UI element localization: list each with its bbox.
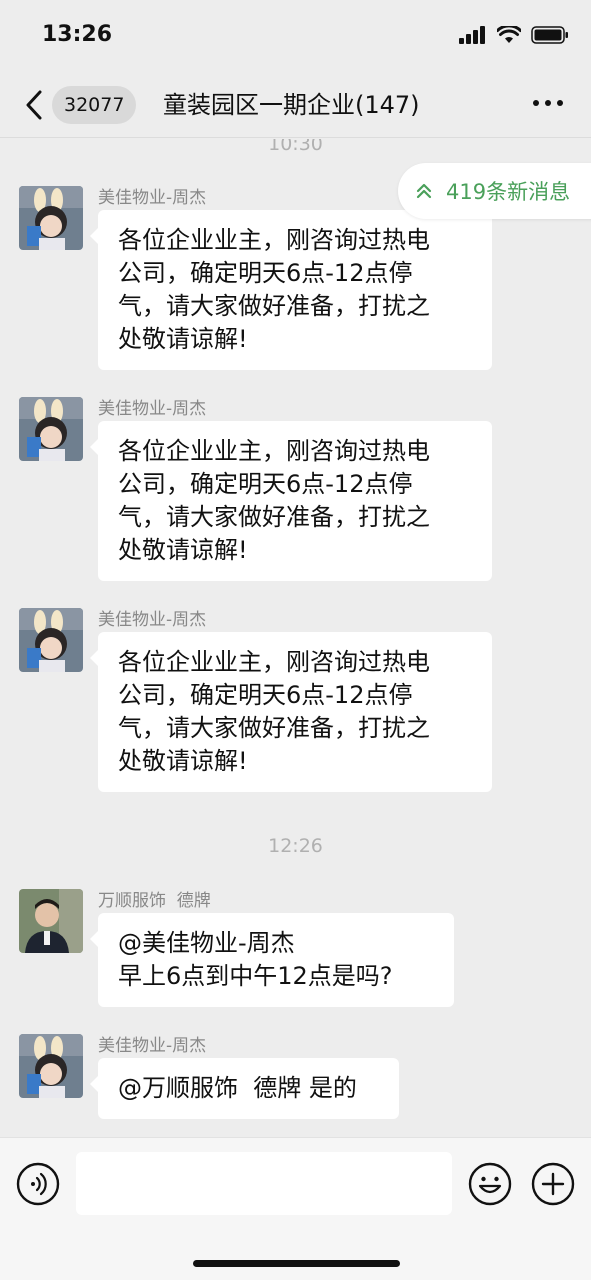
avatar[interactable] — [19, 1034, 83, 1098]
double-chevron-up-icon — [416, 183, 432, 199]
chat-header: 32077 童装园区一期企业(147) — [0, 70, 591, 138]
message-input[interactable] — [76, 1152, 452, 1215]
message-text: @美佳物业-周杰 早上6点到中午12点是吗? — [118, 929, 393, 990]
wifi-icon — [497, 26, 521, 43]
chevron-left-icon — [26, 90, 42, 120]
plus-icon — [531, 1162, 575, 1206]
sender-name: 美佳物业-周杰 — [98, 399, 207, 419]
message-bubble[interactable]: @万顺服饰 德牌 是的 — [90, 1058, 399, 1119]
timestamp: 12:26 — [268, 835, 323, 857]
more-options-button[interactable] — [533, 100, 563, 106]
sender-name: 美佳物业-周杰 — [98, 1036, 207, 1056]
more-dot-icon — [545, 100, 551, 106]
status-time: 13:26 — [42, 22, 113, 47]
more-dot-icon — [557, 100, 563, 106]
avatar[interactable] — [19, 889, 83, 953]
message-bubble[interactable]: 各位企业业主，刚咨询过热电 公司，确定明天6点-12点停 气，请大家做好准备，打… — [90, 210, 492, 370]
back-button[interactable] — [20, 88, 50, 122]
voice-icon — [16, 1162, 60, 1206]
status-icons — [459, 26, 569, 44]
message-text: 各位企业业主，刚咨询过热电 公司，确定明天6点-12点停 气，请大家做好准备，打… — [118, 648, 430, 775]
chat-title: 童装园区一期企业(147) — [163, 91, 420, 119]
emoji-icon — [468, 1162, 512, 1206]
status-bar: 13:26 — [0, 0, 591, 70]
emoji-button[interactable] — [467, 1161, 513, 1207]
message-text: @万顺服饰 德牌 是的 — [118, 1074, 357, 1102]
home-indicator — [193, 1260, 400, 1267]
new-messages-label: 419条新消息 — [446, 180, 571, 204]
timestamp: 10:30 — [268, 139, 323, 155]
message-text: 各位企业业主，刚咨询过热电 公司，确定明天6点-12点停 气，请大家做好准备，打… — [118, 226, 430, 353]
sender-name: 美佳物业-周杰 — [98, 188, 207, 208]
more-functions-button[interactable] — [530, 1161, 576, 1207]
more-dot-icon — [533, 100, 539, 106]
battery-icon — [531, 26, 568, 44]
message-list[interactable]: 10:30 美佳物业-周杰 各位企业业主，刚咨询过热电 公司，确定明天6点-12… — [0, 139, 591, 1137]
avatar[interactable] — [19, 608, 83, 672]
new-messages-button[interactable]: 419条新消息 — [398, 163, 591, 219]
unread-count-badge[interactable]: 32077 — [52, 86, 137, 124]
message-bubble[interactable]: 各位企业业主，刚咨询过热电 公司，确定明天6点-12点停 气，请大家做好准备，打… — [90, 632, 492, 792]
sender-name: 万顺服饰 德牌 — [98, 891, 211, 911]
voice-input-button[interactable] — [15, 1161, 61, 1207]
message-text: 各位企业业主，刚咨询过热电 公司，确定明天6点-12点停 气，请大家做好准备，打… — [118, 437, 430, 564]
message-bubble[interactable]: @美佳物业-周杰 早上6点到中午12点是吗? — [90, 913, 454, 1007]
input-bar — [0, 1137, 591, 1280]
avatar[interactable] — [19, 397, 83, 461]
sender-name: 美佳物业-周杰 — [98, 610, 207, 630]
signal-icon — [459, 26, 485, 44]
message-bubble[interactable]: 各位企业业主，刚咨询过热电 公司，确定明天6点-12点停 气，请大家做好准备，打… — [90, 421, 492, 581]
avatar[interactable] — [19, 186, 83, 250]
